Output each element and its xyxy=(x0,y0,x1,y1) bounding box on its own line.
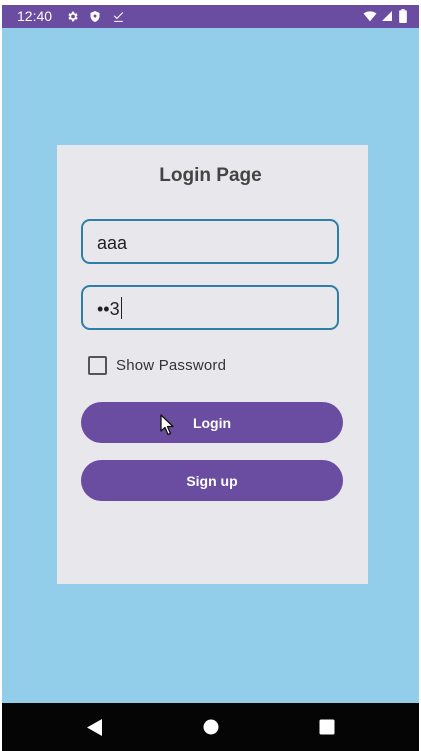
device-screen: 12:40 Login Page aaa ••3 Show Password L… xyxy=(0,0,421,751)
password-value: ••3 xyxy=(97,299,120,319)
status-bar: 12:40 xyxy=(2,5,419,28)
recents-icon[interactable] xyxy=(317,717,337,737)
login-button-label: Login xyxy=(192,414,232,431)
login-button[interactable]: Login xyxy=(81,402,343,443)
home-icon[interactable] xyxy=(201,717,221,737)
show-password-label: Show Password xyxy=(116,357,227,374)
mouse-pointer-icon xyxy=(160,414,174,436)
shield-icon xyxy=(88,9,102,23)
page-title: Login Page xyxy=(159,165,262,186)
username-value: aaa xyxy=(97,233,128,253)
download-done-icon xyxy=(111,9,125,23)
password-value-wrap: ••3 xyxy=(97,297,123,321)
signup-button[interactable]: Sign up xyxy=(81,460,343,501)
back-icon[interactable] xyxy=(85,717,105,737)
text-caret xyxy=(120,297,123,320)
gear-icon xyxy=(65,9,79,23)
show-password-row[interactable]: Show Password xyxy=(88,356,226,375)
signup-button-label: Sign up xyxy=(186,472,238,489)
password-field[interactable]: ••3 xyxy=(81,285,339,330)
status-time: 12:40 xyxy=(17,8,53,24)
signal-icon xyxy=(380,9,394,23)
show-password-checkbox[interactable] xyxy=(88,356,107,375)
wifi-icon xyxy=(363,9,377,23)
battery-icon xyxy=(396,9,410,23)
navigation-bar xyxy=(2,703,419,751)
username-field[interactable]: aaa xyxy=(81,219,339,264)
